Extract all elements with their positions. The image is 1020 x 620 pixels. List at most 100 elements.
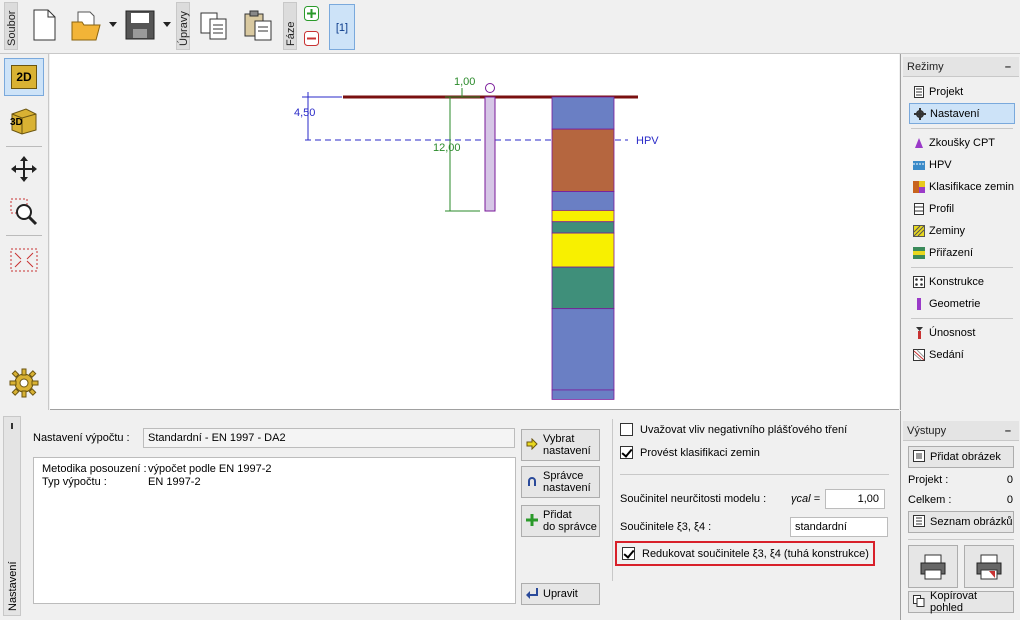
soil-layer-6 [551,232,615,268]
soil-classification-option[interactable]: Provést klasifikaci zemin [620,446,760,459]
mode-item-profil[interactable]: Profil [909,198,1015,219]
mode-item-unosnost[interactable]: Únosnost [909,322,1015,343]
water-table-label: HPV [636,135,659,147]
collapse-modes-button[interactable]: – [1005,57,1011,77]
pile-cpt-drawing: HPV 4,50 1,00 12,00 [294,76,659,400]
open-file-icon[interactable] [70,8,102,44]
construction-icon [913,275,925,288]
view-2d-button[interactable]: 2D [4,58,44,96]
view-3d-button[interactable] [4,102,44,140]
mode-item-zeminy[interactable]: Zeminy [909,220,1015,241]
print-export-button[interactable] [964,545,1014,588]
water-table-icon [913,159,925,171]
soil-layer-8 [551,308,615,391]
calc-settings-field: Standardní - EN 1997 - DA2 [143,428,515,448]
reduce-xi-option[interactable]: Redukovat součinitele ξ3, ξ4 (tuhá konst… [615,541,875,566]
copy-view-button[interactable]: Kopírovat pohled [908,590,1014,614]
total-count-value: 0 [1006,494,1013,506]
mode-item-hpv[interactable]: HPV [909,154,1015,175]
soil-classification-icon [913,180,925,193]
gear-icon [914,107,926,120]
new-file-icon[interactable] [30,8,62,44]
negative-friction-option[interactable]: Uvažovat vliv negativního plášťového tře… [620,423,847,436]
collapse-outputs-button[interactable]: – [1005,421,1011,441]
settings-frame: Nastavení Nastavení výpočtu : Standardní… [0,411,899,620]
printer-icon [920,554,946,579]
mode-item-projekt[interactable]: Projekt [909,81,1015,102]
soils-icon [913,224,925,237]
document-icon [913,85,925,98]
remove-phase-icon[interactable] [304,31,319,49]
dim-pile-head: 1,00 [454,76,475,88]
calc-type-value: EN 1997-2 [148,476,201,488]
assign-icon [913,246,925,259]
tab-nastaveni[interactable]: Nastavení [3,416,21,616]
edit-button[interactable]: Upravit [521,583,600,605]
frame-collapse-marker [11,423,13,429]
project-count-value: 0 [1006,474,1013,486]
pile-head-marker [485,83,495,93]
mode-item-zkousky-cpt[interactable]: Zkoušky CPT [909,132,1015,153]
calc-type-label: Typ výpočtu : [42,476,107,488]
image-list-button[interactable]: Seznam obrázků [908,511,1014,533]
add-image-icon [913,449,925,465]
settings-manager-button[interactable]: Správce nastavení [521,466,600,498]
main-toolbar: Soubor Úpravy Fáze [1] [0,0,1020,54]
phase-group-label: Fáze [283,2,297,50]
zoom-extents-icon[interactable] [4,241,44,279]
settings-divider [612,419,613,581]
add-to-manager-button[interactable]: Přidat do správce [521,505,600,537]
xi-factors-select[interactable]: standardní [790,517,888,537]
enter-arrow-icon [526,587,538,602]
modes-panel: Režimy – Projekt Nastavení Zkoušky CPT H… [900,54,1020,410]
bearing-capacity-icon [913,326,925,339]
mode-item-konstrukce[interactable]: Konstrukce [909,271,1015,292]
settings-detail-box: Metodika posouzení : výpočet podle EN 19… [33,457,516,604]
settings-gear-icon[interactable] [4,364,44,402]
cpt-icon [913,137,925,149]
calc-settings-label: Nastavení výpočtu : [33,432,130,444]
dim-water-depth: 4,50 [294,107,315,119]
copy-data-icon[interactable] [198,8,230,44]
pan-move-icon[interactable] [4,150,44,188]
edit-group-label: Úpravy [176,2,190,50]
save-file-icon[interactable] [124,8,156,44]
reduce-xi-checkbox[interactable] [622,547,635,560]
outputs-panel-title: Výstupy – [903,421,1019,441]
add-phase-icon[interactable] [304,6,319,24]
modes-panel-title: Režimy – [903,57,1019,77]
method-label: Metodika posouzení : [42,463,147,475]
zoom-window-icon[interactable] [4,192,44,230]
save-dropdown-chevron-icon[interactable] [163,22,171,27]
negative-friction-checkbox[interactable] [620,423,633,436]
mode-item-prirazeni[interactable]: Přiřazení [909,242,1015,263]
copy-view-icon [913,594,925,610]
mode-item-klasifikace-zemin[interactable]: Klasifikace zemin [909,176,1015,197]
total-count-label: Celkem : [908,494,952,506]
add-image-button[interactable]: Přidat obrázek [908,446,1014,468]
dim-pile-length: 12,00 [433,142,461,154]
phase-1-tab[interactable]: [1] [329,4,355,50]
pile-shaft [484,96,496,212]
mode-item-sedani[interactable]: Sedání [909,344,1015,365]
gamma-cal-input[interactable]: 1,00 [825,489,885,509]
soil-layer-2 [551,128,615,192]
soil-layer-5 [551,221,615,234]
model-uncertainty-label: Součinitel neurčitosti modelu : [620,493,767,505]
file-group-label: Soubor [4,2,18,50]
soil-classification-checkbox[interactable] [620,446,633,459]
mode-item-nastaveni[interactable]: Nastavení [909,103,1015,124]
geometry-icon [913,297,925,310]
mode-item-geometrie[interactable]: Geometrie [909,293,1015,314]
soil-layer-3 [551,191,615,211]
outputs-panel: Výstupy – Přidat obrázek Projekt : 0 Cel… [900,411,1020,620]
options-divider [620,474,889,475]
select-settings-button[interactable]: Vybrat nastavení [521,429,600,461]
paste-data-icon[interactable] [242,8,274,44]
drawing-canvas[interactable]: HPV 4,50 1,00 12,00 [50,54,899,410]
open-dropdown-chevron-icon[interactable] [109,22,117,27]
print-button[interactable] [908,545,958,588]
xi-factors-label: Součinitele ξ3, ξ4 : [620,521,712,533]
cube-3d-icon [11,108,37,135]
magnet-icon [526,475,538,490]
